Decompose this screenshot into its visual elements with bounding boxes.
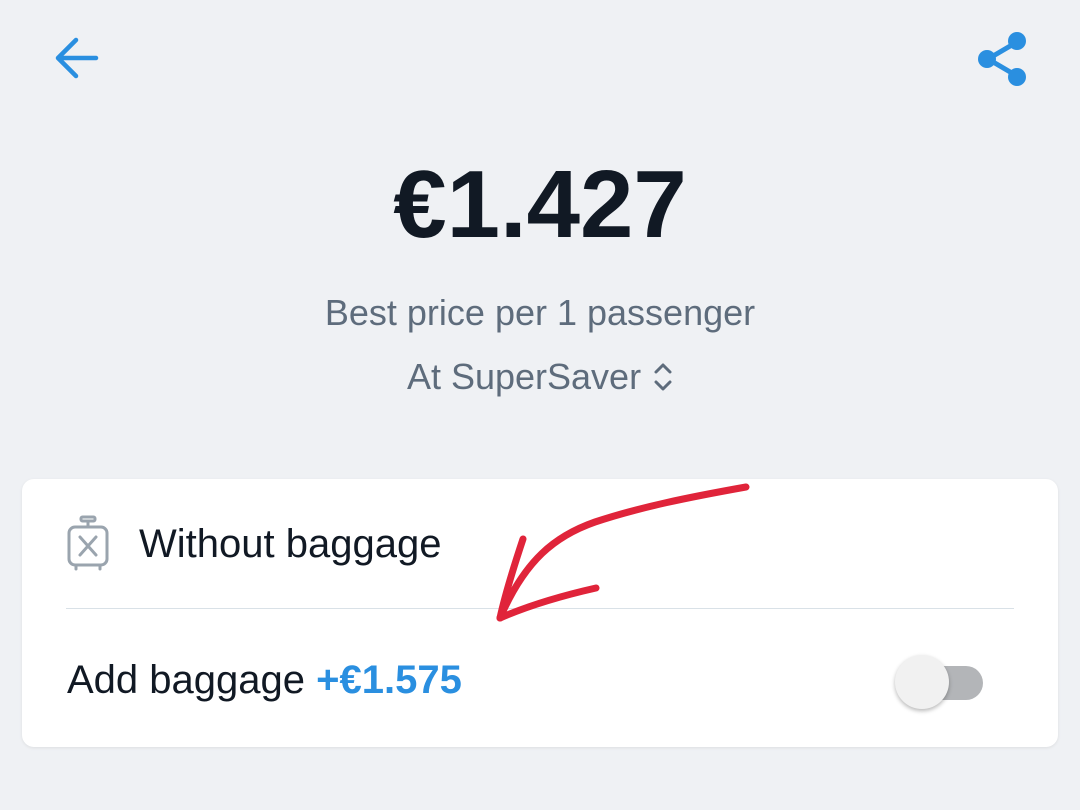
- toggle-thumb: [895, 655, 949, 709]
- top-bar: [0, 0, 1080, 120]
- add-baggage-text: Add baggage +€1.575: [67, 655, 462, 705]
- provider-label: At SuperSaver: [406, 356, 642, 397]
- without-baggage-label: Without baggage: [139, 522, 442, 566]
- arrow-left-icon: [55, 37, 99, 79]
- add-baggage-label: Add baggage: [67, 658, 306, 702]
- add-baggage-toggle[interactable]: [895, 655, 987, 711]
- unfold-chevrons-icon: [653, 359, 673, 395]
- provider-selector[interactable]: At SuperSaver: [0, 354, 1080, 400]
- add-baggage-row: Add baggage +€1.575: [22, 609, 1058, 747]
- share-icon: [978, 32, 1026, 86]
- back-button[interactable]: [40, 26, 112, 90]
- price-amount: €1.427: [393, 151, 687, 258]
- price-caption: Best price per 1 passenger: [324, 292, 756, 333]
- add-baggage-price: +€1.575: [316, 658, 462, 702]
- share-button[interactable]: [966, 22, 1040, 96]
- baggage-card: Without baggage Add baggage +€1.575: [22, 479, 1058, 747]
- no-luggage-icon: [66, 515, 110, 571]
- without-baggage-row: Without baggage: [22, 479, 1058, 609]
